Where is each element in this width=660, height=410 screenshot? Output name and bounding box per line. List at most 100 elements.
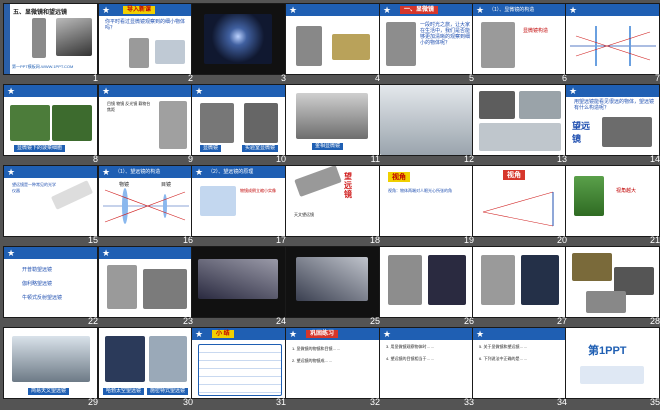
slide-header-bar: ★ xyxy=(4,166,97,178)
metallographic-microscope-image xyxy=(296,93,368,139)
slide-number: 27 xyxy=(556,316,567,326)
slide-sidebar xyxy=(4,4,10,74)
slide-header-bar: ★ xyxy=(566,4,659,16)
slide-thumbnail[interactable]: 27 xyxy=(472,246,567,327)
slide-thumbnail[interactable]: 28 xyxy=(565,246,660,327)
star-icon: ★ xyxy=(7,86,16,96)
slide-thumbnail[interactable]: 13 xyxy=(472,84,567,165)
slide-thumbnail[interactable]: 3 xyxy=(191,3,286,84)
slide-thumbnail[interactable]: 视角 视角：物体两端对人眼光心所张的角 19 xyxy=(379,165,474,246)
slide-thumbnail[interactable]: ★ 目镜 物镜 反光镜 载物台 焦距 9 xyxy=(98,84,193,165)
slide-thumbnail[interactable]: ★ 3. 用显微镜观察物体时…… 4. 望远镜的目镜相当于…… 33 xyxy=(379,327,474,408)
hubble-telescope-image xyxy=(296,257,368,301)
slide-thumbnail[interactable]: ★ 导入新课 你平时看过显微镜观察到的细小物体吗？ 2 xyxy=(98,3,193,84)
slide-preview: ★ xyxy=(565,3,660,75)
slide-preview: ★ （2）、望远镜的原理 物镜成倒立缩小实像 xyxy=(191,165,286,237)
slide-thumbnail[interactable]: 视角 20 xyxy=(472,165,567,246)
space-telescope-image xyxy=(198,259,278,299)
slide-number: 2 xyxy=(187,73,193,83)
slide-number: 32 xyxy=(369,397,380,407)
telescope-image xyxy=(107,265,137,309)
slide-thumbnail[interactable]: ★ 4 xyxy=(285,3,380,84)
slide-preview xyxy=(472,246,567,318)
slide-number: 24 xyxy=(275,316,286,326)
slide-preview: ★ 巩固练习 1. 显微镜的物镜和目镜…… 2. 望远镜的物镜成…… xyxy=(285,327,380,399)
slide-thumbnail[interactable]: ★ 望远镜是一种常见的光学仪器 15 xyxy=(3,165,98,246)
slide-number: 34 xyxy=(556,397,567,407)
slide-body-text: 一段时光之旅，让大家在生活中，我们是否能够更加清晰的观察到细小的物体呢？ xyxy=(420,22,471,46)
slide-thumbnail[interactable]: ★ 7 xyxy=(565,3,660,84)
star-icon: ★ xyxy=(383,329,392,339)
slide-thumbnail[interactable]: 哈勃太空望远镜 施密特式望远镜 30 xyxy=(98,327,193,408)
slide-thumbnail[interactable]: ★ （1）、望远镜的构造 物镜 目镜 16 xyxy=(98,165,193,246)
slide-preview xyxy=(191,3,286,75)
image-caption: 显微镜下的菠菜细胞 xyxy=(14,145,66,152)
slide-title: 视角 xyxy=(388,172,410,182)
slide-thumbnail[interactable]: ★ 5. 关于显微镜和望远镜…… 6. 下列说法中正确的是…… 34 xyxy=(472,327,567,408)
slide-thumbnail[interactable]: ★ （2）、望远镜的原理 物镜成倒立缩小实像 17 xyxy=(191,165,286,246)
slide-thumbnail[interactable]: ★ 23 xyxy=(98,246,193,327)
slide-preview xyxy=(565,246,660,318)
lab-photo xyxy=(479,123,561,151)
slide-thumbnail[interactable]: 26 xyxy=(379,246,474,327)
image-caption: 显微镜 xyxy=(200,145,222,152)
telescope-image xyxy=(388,255,422,305)
slide-preview: ★ 显微镜下的菠菜细胞 xyxy=(3,84,98,156)
lab-photo xyxy=(479,91,515,119)
slide-thumbnail[interactable]: 简易天文望远镜 29 xyxy=(3,327,98,408)
optics-figure xyxy=(200,186,236,216)
telescope-type-item: 开普勒望远镜 xyxy=(22,267,53,273)
slide-thumbnail[interactable]: ★ 小 结 31 xyxy=(191,327,286,408)
slide-thumbnail[interactable]: 视角越大 21 xyxy=(565,165,660,246)
slide-preview xyxy=(379,246,474,318)
slide-preview xyxy=(472,84,567,156)
slide-number: 16 xyxy=(182,235,193,245)
slide-thumbnail[interactable]: 金相显微镜 11 xyxy=(285,84,380,165)
slide-thumbnail[interactable]: ★ 显微镜 实验室显微镜 10 xyxy=(191,84,286,165)
slide-header-bar: ★ xyxy=(99,85,192,97)
slide-preview: ★ 5. 关于显微镜和望远镜…… 6. 下列说法中正确的是…… xyxy=(472,327,567,399)
image-caption: 实验室显微镜 xyxy=(242,145,279,152)
slide-thumbnail[interactable]: ★ 一、显微镜 一段时光之旅，让大家在生活中，我们是否能够更加清晰的观察到细小的… xyxy=(379,3,474,84)
star-icon: ★ xyxy=(195,86,204,96)
slide-number: 4 xyxy=(374,73,380,83)
slide-thumbnail[interactable]: ★ 开普勒望远镜 伽利略望远镜 牛顿式反射望远镜 22 xyxy=(3,246,98,327)
slide-preview: ★ （1）、望远镜的构造 物镜 目镜 xyxy=(98,165,193,237)
slide-thumbnail[interactable]: ★ （1）、显微镜的构造 显微镜构造 6 xyxy=(472,3,567,84)
slide-thumbnail[interactable]: 第1PPT 35 xyxy=(565,327,660,408)
slide-preview xyxy=(191,246,286,318)
slide-preview: ★ 一、显微镜 一段时光之旅，让大家在生活中，我们是否能够更加清晰的观察到细小的… xyxy=(379,3,474,75)
slide-thumbnail[interactable]: 24 xyxy=(191,246,286,327)
star-icon: ★ xyxy=(7,248,16,258)
slide-thumbnail[interactable]: 望远镜 天文望远镜 18 xyxy=(285,165,380,246)
slide-thumbnail[interactable]: ★ 用望远镜能看见很远的物体，望远镜有什么构造呢？ 望远镜 14 xyxy=(565,84,660,165)
slide-title: （1）、望远镜的构造 xyxy=(115,169,161,175)
slide-number: 22 xyxy=(87,316,98,326)
slide-thumbnail[interactable]: ★ 显微镜下的菠菜细胞 8 xyxy=(3,84,98,165)
star-icon: ★ xyxy=(7,167,16,177)
slide-header-bar: ★ xyxy=(4,247,97,259)
slide-preview: 视角 视角：物体两端对人眼光心所张的角 xyxy=(379,165,474,237)
slide-header-bar: ★ xyxy=(4,85,97,97)
star-icon: ★ xyxy=(569,86,578,96)
slide-thumbnail[interactable]: 25 xyxy=(285,246,380,327)
diagram-label: 显微镜构造 xyxy=(523,28,549,34)
slide-preview: ★ 导入新课 你平时看过显微镜观察到的细小物体吗？ xyxy=(98,3,193,75)
slide-thumbnail[interactable]: ★ 巩固练习 1. 显微镜的物镜和目镜…… 2. 望远镜的物镜成…… 32 xyxy=(285,327,380,408)
slide-number: 12 xyxy=(463,154,474,164)
section-label: 望远镜 xyxy=(572,121,591,144)
slide-preview: 视角越大 xyxy=(565,165,660,237)
slide-thumbnail[interactable]: 12 xyxy=(379,84,474,165)
telescope-image xyxy=(56,18,92,56)
slide-thumbnail[interactable]: 五、显微镜和望远镜 第一PPT模板网-WWW.1PPT.COM 1 xyxy=(3,3,98,84)
slide-preview: ★ 用望远镜能看见很远的物体，望远镜有什么构造呢？ 望远镜 xyxy=(565,84,660,156)
slide-number: 30 xyxy=(182,397,193,407)
lab-equipment-image xyxy=(380,85,473,155)
telescope-image xyxy=(521,255,559,305)
image-caption: 哈勃太空望远镜 xyxy=(103,388,145,395)
slide-number: 18 xyxy=(369,235,380,245)
slide-preview: ★ xyxy=(285,3,380,75)
slide-preview: ★ 目镜 物镜 反光镜 载物台 焦距 xyxy=(98,84,193,156)
binoculars-image xyxy=(602,117,652,147)
slide-title: 视角 xyxy=(503,170,525,180)
